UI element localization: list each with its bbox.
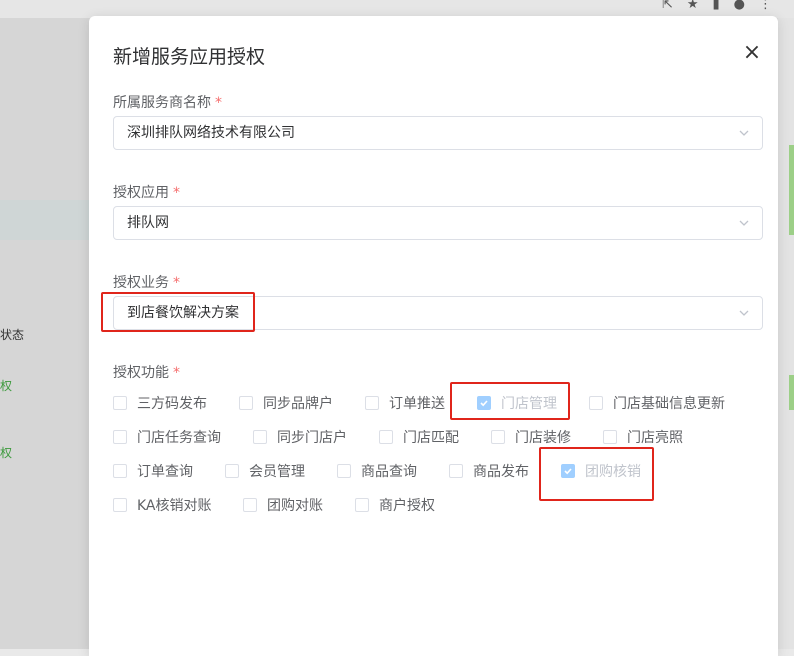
business-select-value: 到店餐饮解决方案 [127,305,239,321]
feature-checkbox[interactable]: 团购核销 [561,461,641,481]
feature-checkbox[interactable]: 门店基础信息更新 [589,393,725,413]
background-right-accent [789,375,794,410]
feature-label: 团购核销 [585,464,641,480]
checkbox-box[interactable] [491,430,505,444]
feature-label: 商户授权 [379,498,435,514]
checkbox-box[interactable] [113,396,127,410]
background-left-label: 权 [0,379,13,393]
checkbox-box[interactable] [113,430,127,444]
feature-label: 商品发布 [473,464,529,480]
business-label-text: 授权业务 [113,275,169,291]
feature-label: 同步品牌户 [263,396,333,412]
provider-select[interactable]: 深圳排队网络技术有限公司 [113,116,763,150]
checkbox-box[interactable] [449,464,463,478]
close-icon[interactable]: × [741,42,763,64]
checkbox-box[interactable] [113,498,127,512]
checkbox-box[interactable] [603,430,617,444]
feature-label: 门店装修 [515,430,571,446]
chevron-down-icon [739,130,749,136]
feature-checkbox[interactable]: 门店任务查询 [113,427,221,447]
checkbox-box[interactable] [225,464,239,478]
app-label-text: 授权应用 [113,185,169,201]
feature-label: 三方码发布 [137,396,207,412]
features-label-text: 授权功能 [113,365,169,381]
feature-label: 门店基础信息更新 [613,396,725,412]
chevron-down-icon [739,310,749,316]
background-left-label: 状态 [0,328,25,342]
feature-checkbox[interactable]: 商户授权 [355,495,435,515]
window-icon[interactable]: ▮ [713,0,720,14]
feature-checkbox[interactable]: 订单推送 [365,393,445,413]
browser-toolbar-icons: ⇱ ★ ▮ ● ⋮ [662,0,772,14]
feature-label: 门店管理 [501,396,557,412]
provider-label: 所属服务商名称 * [113,92,222,112]
features-label: 授权功能 * [113,362,180,382]
feature-checkbox[interactable]: 同步门店户 [253,427,347,447]
required-mark: * [215,95,222,111]
feature-checkbox[interactable]: 门店装修 [491,427,571,447]
feature-label: 订单推送 [389,396,445,412]
feature-label: 门店亮照 [627,430,683,446]
checkbox-box[interactable] [561,464,575,478]
share-icon[interactable]: ⇱ [662,0,673,14]
star-icon[interactable]: ★ [687,0,699,14]
checkbox-box[interactable] [477,396,491,410]
checkbox-box[interactable] [253,430,267,444]
feature-checkbox[interactable]: 团购对账 [243,495,323,515]
feature-checkbox[interactable]: 会员管理 [225,461,305,481]
feature-label: 商品查询 [361,464,417,480]
provider-select-value: 深圳排队网络技术有限公司 [127,125,295,141]
checkbox-box[interactable] [337,464,351,478]
feature-checkbox[interactable]: 门店亮照 [603,427,683,447]
feature-label: 同步门店户 [277,430,347,446]
feature-label: 会员管理 [249,464,305,480]
app-select-value: 排队网 [127,215,169,231]
provider-label-text: 所属服务商名称 [113,95,211,111]
feature-checkbox[interactable]: 订单查询 [113,461,193,481]
feature-checkbox[interactable]: 门店管理 [477,393,557,413]
feature-checkbox[interactable]: KA核销对账 [113,495,212,515]
app-select[interactable]: 排队网 [113,206,763,240]
feature-checkbox[interactable]: 三方码发布 [113,393,207,413]
dialog-title: 新增服务应用授权 [113,46,266,68]
feature-checkbox[interactable]: 商品发布 [449,461,529,481]
checkbox-box[interactable] [355,498,369,512]
required-mark: * [173,365,180,381]
feature-label: 门店任务查询 [137,430,221,446]
authorize-dialog: 新增服务应用授权 × 所属服务商名称 * 深圳排队网络技术有限公司 授权应用 * 排… [89,16,778,656]
checkbox-box[interactable] [239,396,253,410]
feature-label: 团购对账 [267,498,323,514]
account-icon[interactable]: ● [734,0,745,14]
business-select[interactable]: 到店餐饮解决方案 [113,296,763,330]
checkbox-box[interactable] [243,498,257,512]
feature-label: KA核销对账 [137,498,212,514]
required-mark: * [173,275,180,291]
background-right-accent [789,145,794,235]
checkbox-box[interactable] [379,430,393,444]
feature-checkbox[interactable]: 门店匹配 [379,427,459,447]
feature-checkbox[interactable]: 商品查询 [337,461,417,481]
checkbox-box[interactable] [365,396,379,410]
background-right-pane [778,18,794,649]
app-label: 授权应用 * [113,182,180,202]
required-mark: * [173,185,180,201]
checkbox-box[interactable] [589,396,603,410]
check-icon [564,468,572,475]
more-icon[interactable]: ⋮ [759,0,772,14]
background-left-label: 权 [0,446,13,460]
feature-checkbox[interactable]: 同步品牌户 [239,393,333,413]
checkbox-box[interactable] [113,464,127,478]
feature-label: 订单查询 [137,464,193,480]
feature-label: 门店匹配 [403,430,459,446]
check-icon [480,400,488,407]
business-label: 授权业务 * [113,272,180,292]
background-stripe [0,200,90,240]
chevron-down-icon [739,220,749,226]
